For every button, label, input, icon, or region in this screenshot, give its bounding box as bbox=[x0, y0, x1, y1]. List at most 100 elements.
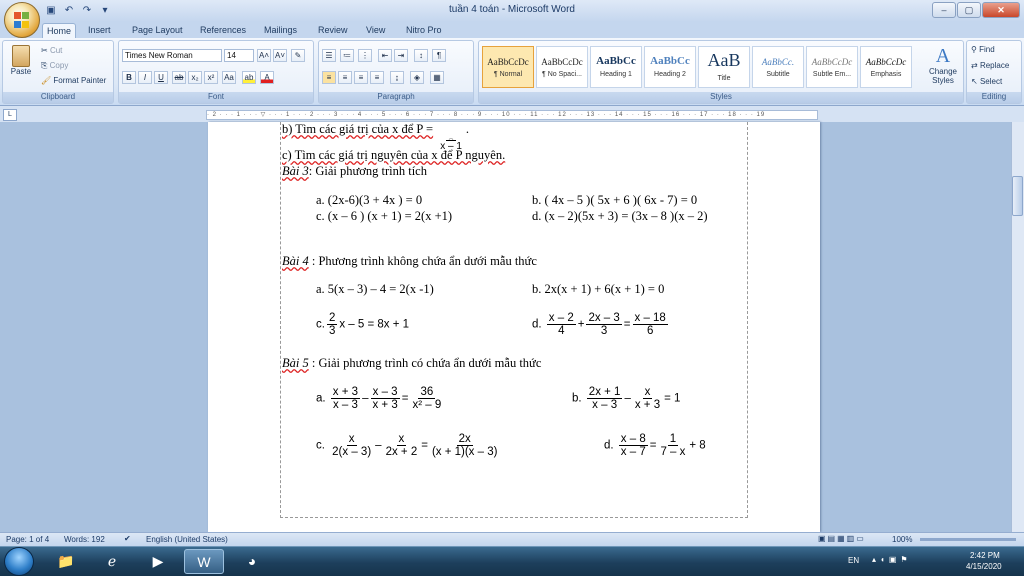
maximize-button[interactable]: ▢ bbox=[957, 2, 981, 18]
minimize-button[interactable]: – bbox=[932, 2, 956, 18]
window-controls: – ▢ ✕ bbox=[932, 2, 1020, 18]
tab-mailings[interactable]: Mailings bbox=[260, 23, 301, 38]
frac-den: 2(x – 3) bbox=[332, 446, 372, 458]
proofing-icon[interactable]: ✔ bbox=[124, 534, 131, 543]
style-normal[interactable]: AaBbCcDc ¶ Normal bbox=[482, 46, 534, 88]
word-count[interactable]: Words: 192 bbox=[64, 535, 105, 544]
bold-icon[interactable]: B bbox=[122, 71, 136, 84]
tab-home[interactable]: Home bbox=[42, 23, 77, 38]
clock-date[interactable]: 4/15/2020 bbox=[966, 562, 1002, 571]
scrollbar-thumb[interactable] bbox=[1012, 176, 1023, 216]
bai5-b: b. 2x + 1x – 3– x x + 3 = 1 bbox=[572, 386, 680, 411]
eq-prefix: c. bbox=[316, 439, 325, 452]
shrink-font-icon[interactable]: A˅ bbox=[273, 49, 287, 62]
style-title[interactable]: AaB Title bbox=[698, 46, 750, 88]
language-indicator[interactable]: EN bbox=[848, 556, 859, 565]
change-styles-icon: A bbox=[935, 45, 951, 67]
font-size-select[interactable]: 14 bbox=[224, 49, 254, 62]
style-subtle-emphasis[interactable]: AaBbCcDc Subtle Em... bbox=[806, 46, 858, 88]
page-count[interactable]: Page: 1 of 4 bbox=[6, 535, 49, 544]
style-emphasis[interactable]: AaBbCcDc Emphasis bbox=[860, 46, 912, 88]
clock-time[interactable]: 2:42 PM bbox=[970, 551, 1000, 560]
style-subtitle[interactable]: AaBbCc. Subtitle bbox=[752, 46, 804, 88]
underline-icon[interactable]: U bbox=[154, 71, 168, 84]
file-explorer-icon[interactable]: 📁 bbox=[46, 549, 86, 574]
style-preview: AaBbCcDc bbox=[487, 57, 529, 67]
view-buttons[interactable]: ▣▤▦▥▭ bbox=[818, 534, 866, 543]
eq-operator: + bbox=[577, 318, 585, 331]
format-painter-button[interactable]: 🖌 Format Painter bbox=[41, 76, 106, 85]
font-color-icon[interactable]: A bbox=[260, 71, 274, 84]
italic-icon[interactable]: I bbox=[138, 71, 152, 84]
bai5-heading: Bài 5 : Giải phương trình có chứa ẩn dướ… bbox=[282, 356, 541, 371]
align-right-icon[interactable]: ≡ bbox=[354, 71, 368, 84]
borders-icon[interactable]: ▦ bbox=[430, 71, 444, 84]
show-hide-icon[interactable]: ¶ bbox=[432, 49, 446, 62]
eq-operator: = bbox=[623, 318, 631, 331]
align-center-icon[interactable]: ≡ bbox=[338, 71, 352, 84]
close-button[interactable]: ✕ bbox=[982, 2, 1020, 18]
strikethrough-icon[interactable]: ab bbox=[172, 71, 186, 84]
justify-icon[interactable]: ≡ bbox=[370, 71, 384, 84]
style-heading-2[interactable]: AaBbCc Heading 2 bbox=[644, 46, 696, 88]
clipboard-group: Paste ✂ Cut ⎘ Copy 🖌 Format Painter Clip… bbox=[2, 40, 114, 104]
frac-num: x bbox=[346, 433, 357, 446]
bullets-icon[interactable]: ☰ bbox=[322, 49, 336, 62]
font-family-select[interactable]: Times New Roman bbox=[122, 49, 222, 62]
superscript-icon[interactable]: x² bbox=[204, 71, 218, 84]
decrease-indent-icon[interactable]: ⇤ bbox=[378, 49, 392, 62]
word-taskbar-icon[interactable]: W bbox=[184, 549, 224, 574]
shading-icon[interactable]: ◈ bbox=[410, 71, 424, 84]
tab-nitro-pro[interactable]: Nitro Pro bbox=[402, 23, 446, 38]
change-styles-button[interactable]: A Change Styles bbox=[925, 45, 961, 85]
tab-review[interactable]: Review bbox=[314, 23, 352, 38]
multilevel-list-icon[interactable]: ⋮ bbox=[358, 49, 372, 62]
tab-insert[interactable]: Insert bbox=[84, 23, 115, 38]
subscript-icon[interactable]: x₂ bbox=[188, 71, 202, 84]
app-taskbar-icon[interactable]: ◕ bbox=[232, 549, 272, 574]
frac-num: 36 bbox=[418, 386, 436, 399]
copy-button[interactable]: ⎘ Copy bbox=[41, 61, 68, 71]
change-case-icon[interactable]: Aa bbox=[222, 71, 236, 84]
frac-den: x – 3 bbox=[332, 399, 358, 411]
eq-operator: = bbox=[649, 439, 657, 452]
numbering-icon[interactable]: ≔ bbox=[340, 49, 354, 62]
eq-operator: – bbox=[624, 392, 631, 405]
frac-num: x – 2 bbox=[546, 312, 576, 325]
select-button[interactable]: ↖ Select bbox=[971, 77, 1002, 86]
find-button[interactable]: ⚲ Find bbox=[971, 45, 995, 54]
clear-formatting-icon[interactable]: ✎ bbox=[291, 49, 305, 62]
style-heading-1[interactable]: AaBbCc Heading 1 bbox=[590, 46, 642, 88]
frac-num: 2x bbox=[456, 433, 473, 446]
line-spacing-icon[interactable]: ↨ bbox=[390, 71, 404, 84]
zoom-slider[interactable] bbox=[920, 538, 1016, 541]
bai5-text: : Giải phương trình có chứa ẩn dưới mẫu … bbox=[308, 356, 542, 370]
tab-selector-icon[interactable]: L bbox=[3, 109, 17, 121]
internet-explorer-icon[interactable]: ℯ bbox=[92, 549, 132, 574]
tab-view[interactable]: View bbox=[362, 23, 389, 38]
office-button[interactable] bbox=[4, 2, 40, 38]
media-player-icon[interactable]: ▶ bbox=[138, 549, 178, 574]
tab-references[interactable]: References bbox=[196, 23, 250, 38]
start-button[interactable] bbox=[4, 547, 34, 576]
replace-button[interactable]: ⇄ Replace bbox=[971, 61, 1009, 70]
align-left-icon[interactable]: ≡ bbox=[322, 71, 336, 84]
grow-font-icon[interactable]: A˄ bbox=[257, 49, 271, 62]
style-preview: AaBbCcDc bbox=[811, 57, 853, 67]
cut-button[interactable]: ✂ Cut bbox=[41, 46, 62, 55]
sort-icon[interactable]: ↕ bbox=[414, 49, 428, 62]
style-preview: AaBbCcDc bbox=[541, 57, 583, 67]
frac-den: x – 3 bbox=[592, 399, 618, 411]
paste-button[interactable]: Paste bbox=[7, 45, 35, 85]
style-no-spacing[interactable]: AaBbCcDc ¶ No Spaci... bbox=[536, 46, 588, 88]
increase-indent-icon[interactable]: ⇥ bbox=[394, 49, 408, 62]
language-status[interactable]: English (United States) bbox=[146, 535, 228, 544]
zoom-level[interactable]: 100% bbox=[892, 535, 912, 544]
horizontal-ruler[interactable]: · 2 · · · 1 · · · ▽ · · · 1 · · · 2 · · … bbox=[206, 110, 818, 120]
tray-icons[interactable]: ▴◖▣⚑ bbox=[872, 555, 912, 564]
style-name: Subtle Em... bbox=[812, 71, 852, 78]
highlight-icon[interactable]: ab bbox=[242, 71, 256, 84]
bai4-a: a. 5(x – 3) – 4 = 2(x -1) bbox=[316, 282, 434, 296]
tab-page-layout[interactable]: Page Layout bbox=[128, 23, 187, 38]
style-preview: AaBbCc bbox=[596, 55, 636, 67]
